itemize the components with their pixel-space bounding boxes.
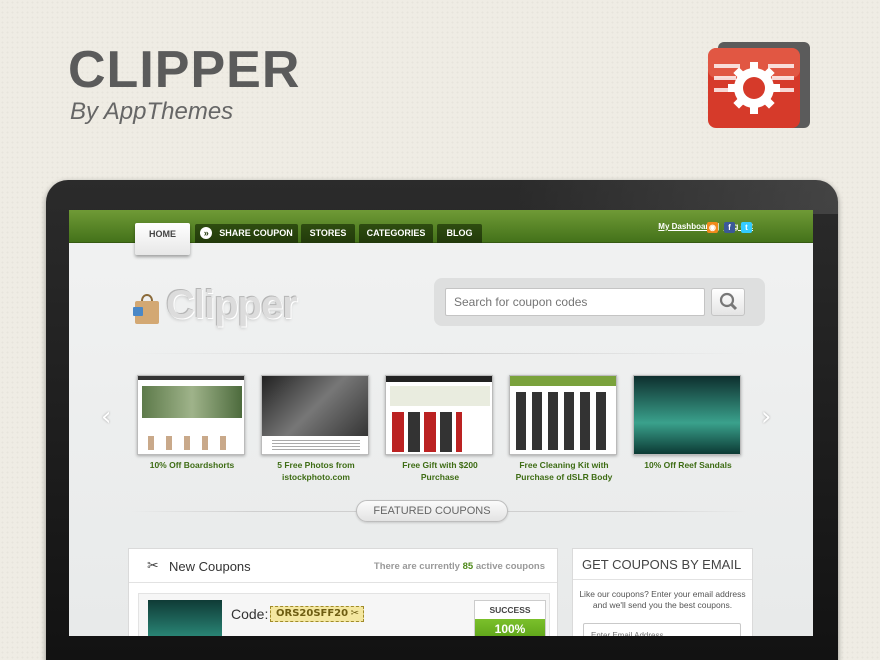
email-signup-box: GET COUPONS BY EMAIL Like our coupons? E… [572, 548, 753, 636]
search-input[interactable] [445, 288, 705, 316]
slider-item[interactable]: Free Gift with $200 Purchase [385, 375, 495, 483]
slide-thumbnail [509, 375, 617, 455]
tab-categories[interactable]: CATEGORIES [359, 224, 433, 243]
coupon-item: Code: ORS20SFF20 ✂ SUCCESS 100% [138, 593, 550, 636]
active-coupons-count: There are currently 85 active coupons [373, 561, 545, 572]
new-coupons-title: New Coupons [169, 559, 251, 574]
email-signup-title: GET COUPONS BY EMAIL [582, 557, 742, 572]
facebook-icon[interactable]: f [724, 222, 735, 233]
promo-subtitle: By AppThemes [70, 98, 234, 125]
shopping-bag-icon [133, 294, 159, 324]
slide-caption: Free Gift with $200 Purchase [402, 460, 478, 482]
tab-blog[interactable]: BLOG [437, 224, 482, 243]
rss-icon[interactable]: ◉ [707, 222, 718, 233]
twitter-icon[interactable]: t [741, 222, 752, 233]
nav-bar: HOME » SHARE COUPON STORES CATEGORIES BLO… [69, 210, 813, 255]
slide-thumbnail [385, 375, 493, 455]
slider-next-button[interactable]: › [761, 402, 771, 432]
search-icon [719, 292, 738, 311]
slider-item[interactable]: 10% Off Reef Sandals [633, 375, 743, 471]
featured-coupons-label: FEATURED COUPONS [356, 500, 508, 522]
gear-icon [708, 42, 810, 128]
code-label: Code: [231, 606, 269, 622]
coupon-thumbnail[interactable] [148, 600, 222, 636]
dashboard-link[interactable]: My Dashboard [658, 222, 713, 231]
coupon-code-button[interactable]: ORS20SFF20 ✂ [270, 606, 364, 622]
slider-item[interactable]: 10% Off Boardshorts [137, 375, 247, 471]
slide-caption: 10% Off Boardshorts [149, 460, 235, 470]
site-logo[interactable]: Clipper [166, 283, 298, 328]
slide-thumbnail [137, 375, 245, 455]
slider-prev-button[interactable]: ‹ [101, 402, 111, 432]
slide-caption: 10% Off Reef Sandals [644, 460, 732, 470]
email-signup-description: Like our coupons? Enter your email addre… [579, 589, 746, 610]
scissors-icon: ✂ [350, 608, 359, 619]
double-chevron-icon: » [200, 226, 213, 239]
success-rate-badge: SUCCESS 100% [474, 600, 546, 636]
email-field[interactable] [583, 623, 741, 636]
header-divider [129, 353, 749, 354]
slide-thumbnail [261, 375, 369, 455]
slider-item[interactable]: 5 Free Photos from istockphoto.com [261, 375, 371, 483]
search-bar [434, 278, 765, 326]
tab-home[interactable]: HOME [135, 223, 190, 255]
search-button[interactable] [711, 288, 745, 316]
new-coupons-panel: ✂ New Coupons There are currently 85 act… [128, 548, 558, 636]
tab-share-coupon[interactable]: » SHARE COUPON [195, 224, 298, 243]
scissors-icon: ✂ [147, 558, 159, 574]
slider-item[interactable]: Free Cleaning Kit with Purchase of dSLR … [509, 375, 619, 483]
website-screen: HOME » SHARE COUPON STORES CATEGORIES BLO… [69, 210, 813, 636]
slide-caption: Free Cleaning Kit with Purchase of dSLR … [515, 460, 613, 482]
slide-caption: 5 Free Photos from istockphoto.com [277, 460, 355, 482]
tab-stores[interactable]: STORES [301, 224, 355, 243]
account-links: My Dashboard | Log out [658, 222, 753, 231]
promo-title: CLIPPER [68, 41, 301, 99]
slide-thumbnail [633, 375, 741, 455]
